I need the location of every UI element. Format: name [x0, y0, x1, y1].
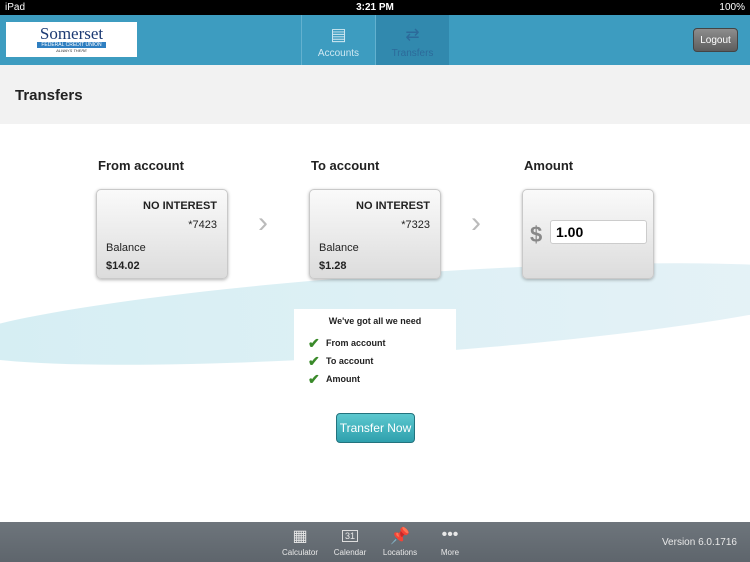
version-label: Version 6.0.1716: [661, 537, 737, 548]
chevron-right-icon: ›: [471, 206, 481, 239]
logout-button[interactable]: Logout: [693, 28, 738, 52]
balance-label: Balance: [319, 242, 359, 254]
chevron-right-icon: ›: [258, 206, 268, 239]
checkmark-icon: ✔: [308, 352, 320, 369]
calendar-day: 31: [341, 530, 358, 542]
to-account-card[interactable]: NO INTEREST *7323 Balance $1.28: [309, 189, 441, 279]
page-title: Transfers: [0, 65, 750, 124]
cards-icon: ▤: [330, 25, 347, 44]
balance-label: Balance: [106, 242, 146, 254]
to-label: To account: [311, 158, 380, 173]
tab-label: Accounts: [317, 48, 360, 59]
account-number: *7423: [188, 219, 217, 231]
calculator-button[interactable]: ▦ Calculator: [275, 526, 325, 557]
checklist-label: From account: [326, 338, 386, 348]
calculator-icon: ▦: [292, 528, 308, 545]
checklist: We've got all we need ✔ From account ✔ To …: [294, 309, 456, 404]
account-type: NO INTEREST: [143, 200, 217, 212]
calendar-button[interactable]: 31 Calendar: [325, 526, 375, 557]
more-button[interactable]: ••• More: [425, 526, 475, 557]
toolbar-label: Calendar: [333, 548, 367, 557]
checklist-title: We've got all we need: [328, 316, 422, 326]
from-account-card[interactable]: NO INTEREST *7423 Balance $14.02: [96, 189, 228, 279]
logo-tag: ALWAYS THERE: [56, 48, 87, 53]
checklist-label: Amount: [326, 374, 360, 384]
balance-value: $14.02: [106, 260, 140, 272]
transfer-form: From account To account Amount NO INTERE…: [0, 124, 750, 522]
locations-button[interactable]: 📌 Locations: [375, 526, 425, 557]
logo-name: Somerset: [39, 24, 104, 43]
account-type: NO INTEREST: [356, 200, 430, 212]
tab-transfers[interactable]: ⇄ Transfers: [375, 15, 449, 65]
more-icon: •••: [441, 526, 459, 543]
account-number: *7323: [401, 219, 430, 231]
balance-value: $1.28: [319, 260, 347, 272]
amount-label: Amount: [524, 158, 574, 173]
checklist-label: To account: [326, 356, 374, 366]
pushpin-icon: 📌: [390, 528, 410, 545]
checklist-item: ✔ Amount: [308, 370, 456, 388]
checkmark-icon: ✔: [308, 334, 320, 351]
tab-accounts[interactable]: ▤ Accounts: [301, 15, 375, 65]
clock: 3:21 PM: [356, 2, 394, 13]
top-bar: Somerset FEDERAL CREDIT UNION ALWAYS THE…: [0, 15, 750, 65]
checkmark-icon: ✔: [308, 370, 320, 387]
tab-label: Transfers: [391, 48, 434, 59]
checklist-item: ✔ From account: [308, 334, 456, 352]
bottom-toolbar: ▦ Calculator 31 Calendar 📌 Locations ••• Mor…: [0, 522, 750, 562]
currency-symbol: $: [530, 222, 543, 247]
toolbar-label: Locations: [382, 548, 418, 557]
status-bar: iPad 3:21 PM 100%: [0, 0, 750, 15]
amount-input[interactable]: [550, 220, 647, 244]
checklist-item: ✔ To account: [308, 352, 456, 370]
transfer-arrows-icon: ⇄: [405, 25, 420, 44]
toolbar-label: More: [440, 548, 460, 557]
toolbar-label: Calculator: [281, 548, 318, 557]
calendar-icon: 31: [325, 526, 375, 548]
amount-card: $: [522, 189, 654, 279]
from-label: From account: [98, 158, 184, 173]
transfer-now-button[interactable]: Transfer Now: [336, 413, 415, 443]
logo: Somerset FEDERAL CREDIT UNION ALWAYS THE…: [6, 22, 137, 57]
